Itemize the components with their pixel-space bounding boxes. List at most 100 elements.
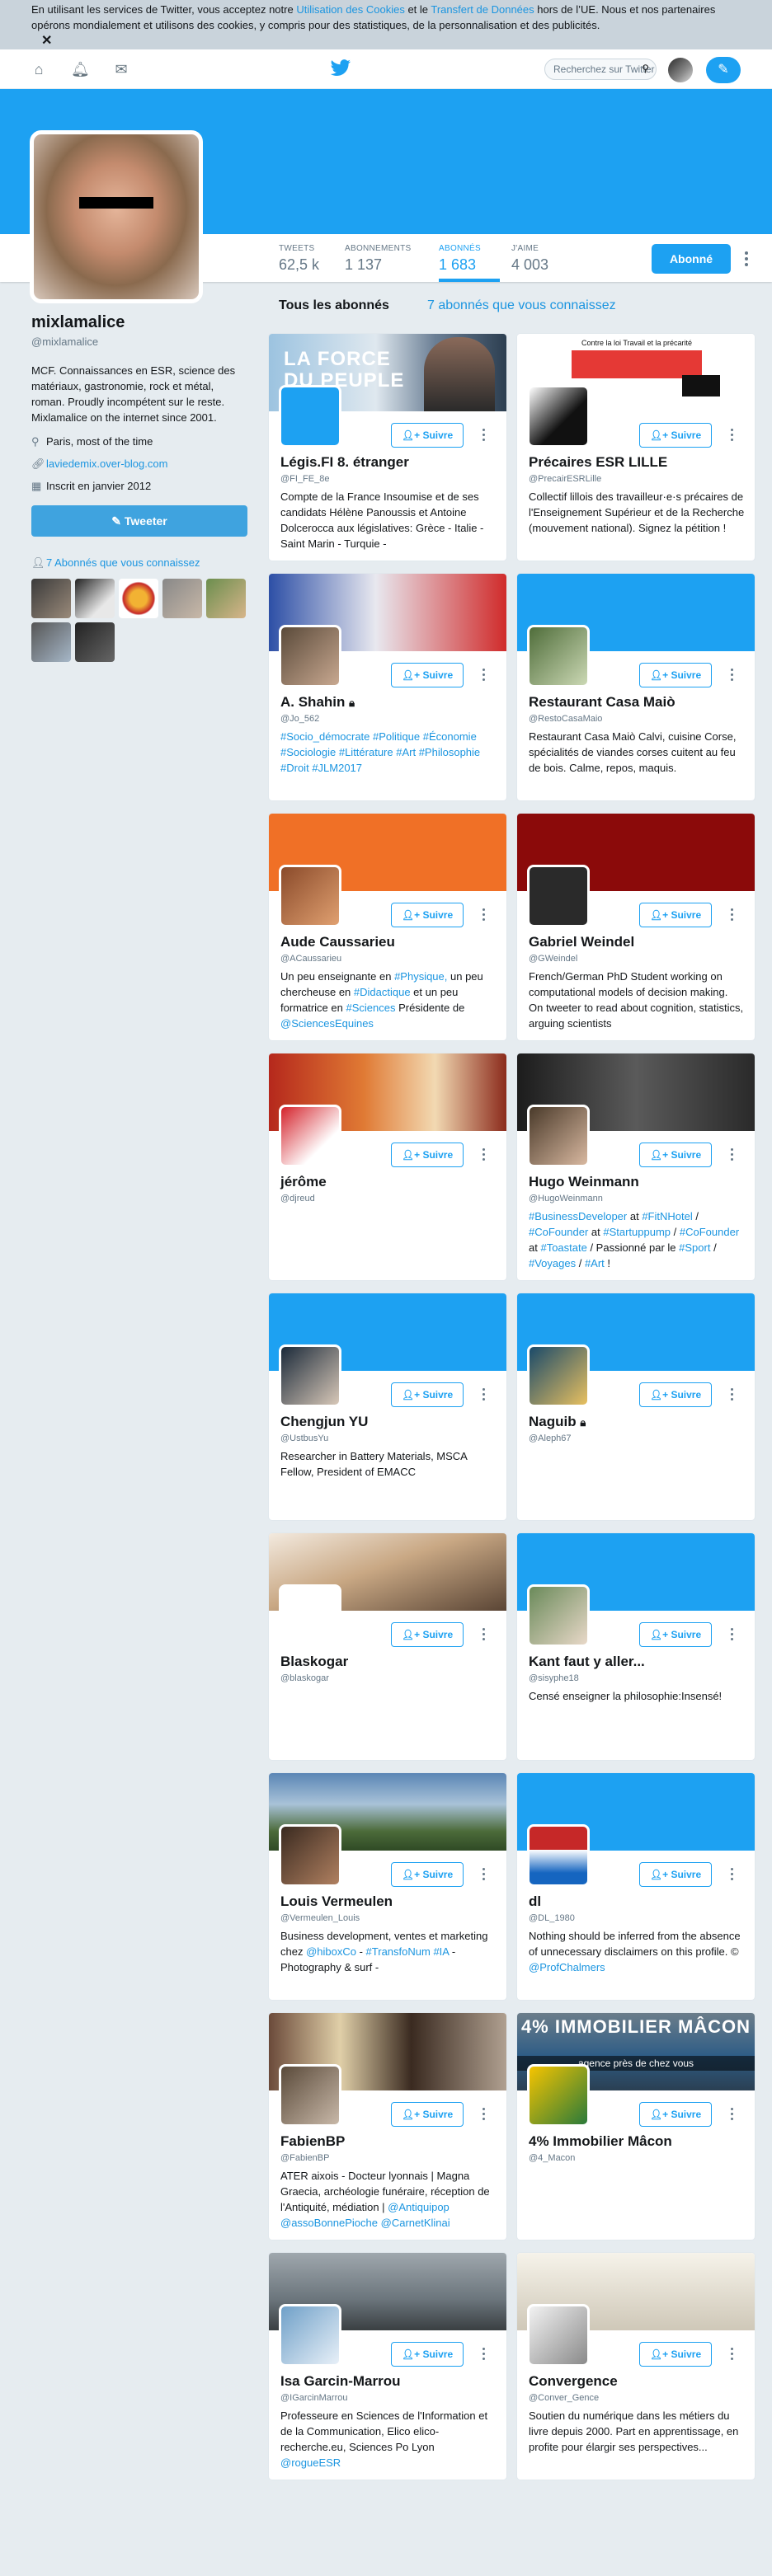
stat-tweets[interactable]: TWEETS 62,5 k — [279, 244, 319, 282]
bio-link[interactable]: #Didactique — [354, 986, 411, 998]
more-icon[interactable] — [728, 1626, 735, 1643]
compose-icon[interactable]: ✎ — [706, 57, 741, 83]
more-icon[interactable] — [480, 666, 487, 683]
card-handle[interactable]: @RestoCasaMaio — [529, 714, 602, 724]
follower-card[interactable]: 👤︎+ Suivre Gabriel Weindel @GWeindel French… — [516, 813, 756, 1041]
card-name[interactable]: Blaskogar — [280, 1654, 348, 1670]
bio-link[interactable]: @SciencesEquines — [280, 1017, 374, 1030]
home-icon[interactable]: ⌂ — [30, 61, 48, 77]
close-icon[interactable]: ✕ — [41, 33, 52, 49]
more-icon[interactable] — [728, 1865, 735, 1883]
card-name[interactable]: A. Shahin 🔒︎ — [280, 694, 355, 711]
follow-button[interactable]: 👤︎+ Suivre — [639, 2102, 712, 2127]
card-handle[interactable]: @UstbusYu — [280, 1433, 328, 1443]
follow-button[interactable]: 👤︎+ Suivre — [391, 423, 464, 448]
card-handle[interactable]: @4_Macon — [529, 2153, 575, 2163]
more-icon[interactable] — [480, 906, 487, 923]
bio-link[interactable]: #IA — [433, 1945, 449, 1958]
more-icon[interactable] — [480, 2105, 487, 2123]
more-icon[interactable] — [480, 426, 487, 443]
card-name[interactable]: Chengjun YU — [280, 1414, 368, 1430]
more-icon[interactable] — [742, 249, 751, 269]
card-avatar[interactable] — [279, 385, 341, 448]
card-avatar[interactable] — [279, 2304, 341, 2367]
follow-button[interactable]: 👤︎+ Suivre — [639, 1622, 712, 1647]
follower-card[interactable]: 👤︎+ Suivre Aude Caussarieu @ACaussarieu Un … — [268, 813, 507, 1041]
notifications-icon[interactable]: 🔔︎ — [71, 61, 90, 77]
bio-link[interactable]: #CoFounder — [529, 1226, 588, 1238]
tab-known-followers[interactable]: 7 abonnés que vous connaissez — [427, 298, 616, 313]
cookie-policy-link[interactable]: Utilisation des Cookies — [296, 3, 405, 16]
card-name[interactable]: Précaires ESR LILLE — [529, 454, 667, 471]
more-icon[interactable] — [728, 2105, 735, 2123]
messages-icon[interactable]: ✉ — [112, 61, 130, 77]
bio-link[interactable]: #Socio_démocrate — [280, 730, 370, 743]
card-name[interactable]: Kant faut y aller... — [529, 1654, 645, 1670]
more-icon[interactable] — [728, 426, 735, 443]
card-avatar[interactable] — [527, 2304, 590, 2367]
bio-link[interactable]: #Art — [396, 746, 416, 758]
bio-link[interactable]: #FitNHotel — [642, 1210, 692, 1222]
card-handle[interactable]: @Aleph67 — [529, 1433, 572, 1443]
follower-card[interactable]: 👤︎+ Suivre FabienBP @FabienBP ATER aixois -… — [268, 2012, 507, 2241]
mutual-avatar[interactable] — [162, 579, 202, 618]
follow-button[interactable]: 👤︎+ Suivre — [639, 1862, 712, 1887]
follow-button[interactable]: 👤︎+ Suivre — [639, 903, 712, 927]
bio-link[interactable]: #Startuppump — [603, 1226, 671, 1238]
bio-link[interactable]: #Voyages — [529, 1257, 576, 1269]
search-input[interactable]: Recherchez sur Twitter ⚲ — [544, 59, 657, 80]
card-name[interactable]: Naguib 🔒︎ — [529, 1414, 586, 1430]
card-handle[interactable]: @blaskogar — [280, 1673, 329, 1683]
more-icon[interactable] — [480, 2345, 487, 2363]
follower-card[interactable]: 👤︎+ Suivre A. Shahin 🔒︎ @Jo_562 #Socio_démo… — [268, 573, 507, 801]
profile-name[interactable]: mixlamalice — [31, 313, 247, 332]
website-link[interactable]: laviedemix.over-blog.com — [46, 457, 167, 470]
follower-card[interactable]: LA FORCE DU PEUPLE 👤︎+ Suivre Légis.FI 8. … — [268, 333, 507, 561]
bio-link[interactable]: #BusinessDeveloper — [529, 1210, 627, 1222]
card-name[interactable]: Gabriel Weindel — [529, 934, 634, 950]
tweet-to-button[interactable]: ✎ Tweeter — [31, 505, 247, 537]
more-icon[interactable] — [728, 906, 735, 923]
follow-button[interactable]: 👤︎+ Suivre — [639, 1382, 712, 1407]
search-icon[interactable]: ⚲ — [642, 63, 649, 74]
follow-button[interactable]: 👤︎+ Suivre — [391, 1622, 464, 1647]
stat-likes[interactable]: J'AIME 4 003 — [511, 244, 548, 282]
profile-handle[interactable]: @mixlamalice — [31, 335, 247, 348]
card-avatar[interactable] — [279, 865, 341, 927]
follow-button[interactable]: 👤︎+ Suivre — [391, 903, 464, 927]
follow-button[interactable]: 👤︎+ Suivre — [391, 1862, 464, 1887]
more-icon[interactable] — [728, 1146, 735, 1163]
bio-link[interactable]: @rogueESR — [280, 2456, 341, 2469]
card-avatar[interactable] — [527, 625, 590, 687]
card-name[interactable]: FabienBP — [280, 2133, 345, 2150]
stat-followers[interactable]: ABONNÉS 1 683 — [439, 244, 500, 282]
card-handle[interactable]: @djreud — [280, 1194, 315, 1204]
card-avatar[interactable] — [279, 625, 341, 687]
more-icon[interactable] — [480, 1626, 487, 1643]
card-handle[interactable]: @Jo_562 — [280, 714, 319, 724]
card-avatar[interactable] — [527, 1584, 590, 1647]
card-name[interactable]: Louis Vermeulen — [280, 1893, 393, 1910]
stat-following[interactable]: ABONNEMENTS 1 137 — [345, 244, 412, 282]
card-avatar[interactable] — [279, 1824, 341, 1887]
follower-card[interactable]: 👤︎+ Suivre Chengjun YU @UstbusYu Researcher… — [268, 1293, 507, 1521]
profile-avatar[interactable] — [30, 130, 203, 303]
mutual-followers-link[interactable]: 7 Abonnés que vous connaissez — [46, 556, 200, 569]
card-avatar[interactable] — [279, 1344, 341, 1407]
card-avatar[interactable] — [527, 1344, 590, 1407]
more-icon[interactable] — [728, 666, 735, 683]
card-name[interactable]: Isa Garcin-Marrou — [280, 2373, 401, 2390]
mutual-avatar[interactable] — [206, 579, 246, 618]
data-transfer-link[interactable]: Transfert de Données — [431, 3, 534, 16]
card-name[interactable]: 4% Immobilier Mâcon — [529, 2133, 672, 2150]
follower-card[interactable]: 👤︎+ Suivre Convergence @Conver_Gence Soutie… — [516, 2252, 756, 2480]
more-icon[interactable] — [480, 1146, 487, 1163]
card-handle[interactable]: @sisyphe18 — [529, 1673, 579, 1683]
bio-link[interactable]: #JLM2017 — [312, 762, 362, 774]
twitter-bird-icon[interactable] — [330, 59, 351, 77]
follow-button[interactable]: 👤︎+ Suivre — [391, 2342, 464, 2367]
bio-link[interactable]: #Sciences — [346, 1002, 395, 1014]
card-handle[interactable]: @DL_1980 — [529, 1913, 575, 1923]
follower-card[interactable]: 👤︎+ Suivre Kant faut y aller... @sisyphe18… — [516, 1532, 756, 1761]
card-name[interactable]: Hugo Weinmann — [529, 1174, 639, 1190]
